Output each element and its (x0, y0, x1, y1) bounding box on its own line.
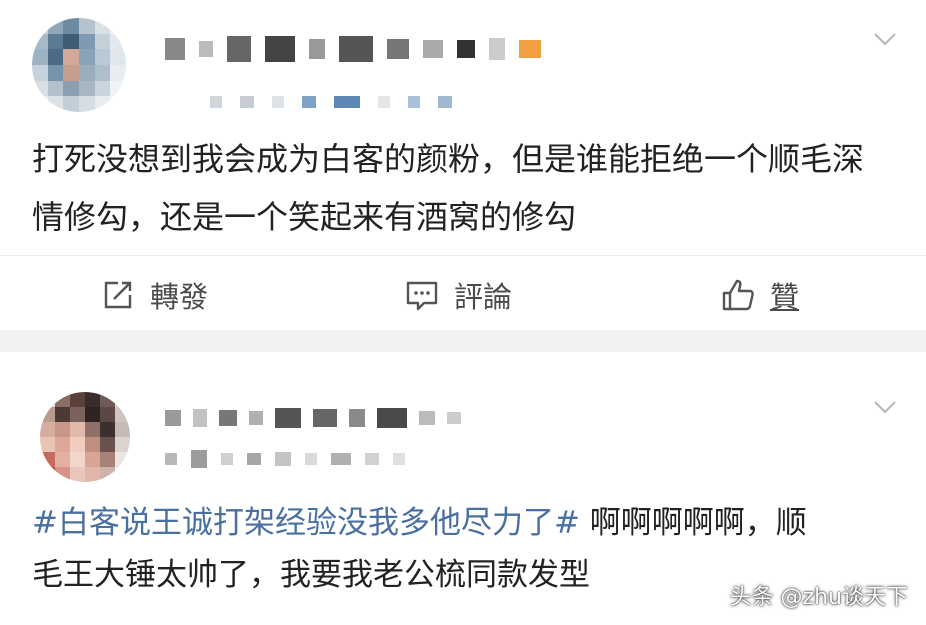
post-meta-blurred (165, 450, 405, 468)
watermark-text: 头条 @zhu谈天下 (729, 585, 908, 610)
hashtag-link[interactable]: #白客说王诚打架经验没我多他尽力了# (32, 505, 580, 541)
repost-button[interactable]: 轉發 (100, 274, 208, 316)
post-meta-blurred (210, 96, 452, 108)
like-icon (722, 279, 754, 311)
like-label: 贊 (770, 280, 800, 314)
repost-label: 轉發 (150, 280, 209, 314)
repost-icon (104, 281, 132, 309)
chevron-down-icon[interactable] (874, 400, 896, 414)
like-button[interactable]: 贊 (720, 274, 799, 316)
comment-button[interactable]: 評論 (404, 274, 512, 316)
comment-icon (406, 281, 438, 311)
post-text: 打死没想到我会成为白客的颜粉，但是谁能拒绝一个顺毛深情修勾，还是一个笑起来有酒窝… (32, 140, 865, 236)
username-blurred[interactable] (165, 36, 541, 62)
avatar[interactable] (32, 18, 126, 112)
action-bar: 轉發 評論 贊 (0, 255, 926, 326)
post-text: #白客说王诚打架经验没我多他尽力了# 啊啊啊啊啊，顺毛王大锤太帅了，我要我老公梳… (32, 497, 836, 601)
comment-label: 評論 (454, 280, 513, 314)
feed-separator (0, 330, 926, 352)
watermark: 头条 @zhu谈天下 (730, 579, 908, 611)
post-card-1: 打死没想到我会成为白客的颜粉，但是谁能拒绝一个顺毛深情修勾，还是一个笑起来有酒窝… (0, 0, 926, 330)
chevron-down-icon[interactable] (874, 32, 896, 46)
username-blurred[interactable] (165, 408, 461, 428)
avatar[interactable] (40, 392, 130, 482)
